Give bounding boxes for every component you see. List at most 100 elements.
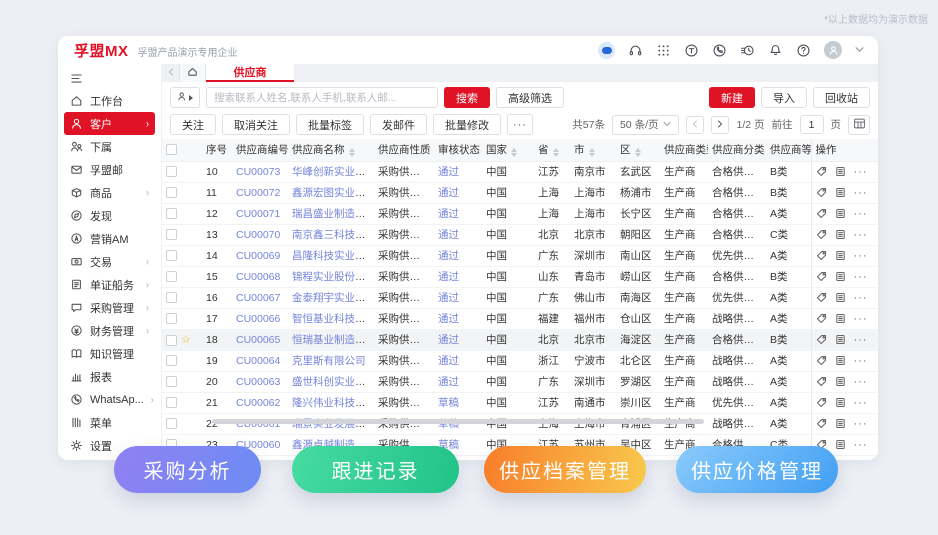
tag-icon[interactable]: [816, 334, 827, 345]
tag-icon[interactable]: [816, 250, 827, 261]
headset-icon[interactable]: [628, 43, 643, 58]
tag-icon[interactable]: [816, 271, 827, 282]
table-row[interactable]: 17 CU00066 智恒基业科技实业 采购供应商 通过 中国 福建 福州市 仓山区 生产商 战略供…: [162, 308, 878, 330]
sort-icon[interactable]: [588, 148, 595, 158]
row-more-button[interactable]: ···: [854, 439, 868, 450]
bell-icon[interactable]: [768, 43, 783, 58]
row-checkbox[interactable]: [166, 187, 177, 199]
cell-status[interactable]: 通过: [434, 161, 482, 183]
column-header-city[interactable]: 市: [570, 139, 616, 162]
advanced-filter-button[interactable]: 高级筛选: [496, 87, 564, 108]
cell-name[interactable]: 鑫源宏图实业集团: [288, 182, 374, 204]
column-header-nature[interactable]: 供应商性质: [374, 139, 434, 162]
detail-icon[interactable]: [835, 418, 846, 429]
sidebar-item-shipping-doc[interactable]: 单证船务 ›: [64, 273, 155, 296]
row-more-button[interactable]: ···: [854, 418, 868, 429]
cell-status[interactable]: 通过: [434, 182, 482, 204]
cell-status[interactable]: 通过: [434, 224, 482, 246]
row-checkbox[interactable]: [166, 166, 177, 178]
search-input[interactable]: [206, 87, 438, 108]
cell-code[interactable]: CU00067: [232, 287, 288, 309]
cell-name[interactable]: 金泰翔宇实业集团: [288, 287, 374, 309]
table-row[interactable]: 20 CU00063 盛世科创实业公司 采购供应商 通过 中国 广东 深圳市 罗湖区 生产商 战略供…: [162, 371, 878, 393]
cell-status[interactable]: 通过: [434, 203, 482, 225]
cell-code[interactable]: CU00069: [232, 245, 288, 267]
cell-status[interactable]: 通过: [434, 245, 482, 267]
table-row[interactable]: 21 CU00062 隆兴伟业科技实业 采购供应商 草稿 中国 江苏 南通市 崇川区 生产商 优先供…: [162, 392, 878, 414]
cell-status[interactable]: 通过: [434, 266, 482, 288]
prev-page-button[interactable]: [686, 115, 705, 134]
sort-icon[interactable]: [552, 148, 559, 158]
cell-name[interactable]: 盛世科创实业公司: [288, 371, 374, 393]
sidebar-item-report[interactable]: 报表: [64, 365, 155, 388]
tag-icon[interactable]: [816, 313, 827, 324]
tag-icon[interactable]: [816, 208, 827, 219]
row-more-button[interactable]: ···: [854, 313, 868, 324]
page-size-select[interactable]: 50 条/页: [611, 114, 680, 135]
row-more-button[interactable]: ···: [854, 229, 868, 240]
detail-icon[interactable]: [835, 229, 846, 240]
cell-code[interactable]: CU00073: [232, 161, 288, 183]
more-actions-button[interactable]: ···: [507, 114, 533, 135]
tag-icon[interactable]: [816, 229, 827, 240]
row-checkbox[interactable]: [166, 313, 177, 325]
tab-suppliers[interactable]: 供应商: [206, 64, 294, 82]
cell-status[interactable]: 通过: [434, 371, 482, 393]
row-more-button[interactable]: ···: [854, 208, 868, 219]
detail-icon[interactable]: [835, 250, 846, 261]
row-more-button[interactable]: ···: [854, 271, 868, 282]
table-row[interactable]: ☆ 18CU00065恒瑞基业制造有限...采购供应商通过中国北京北京市海淀区生产…: [162, 329, 878, 351]
table-row[interactable]: 10CU00073华峰创新实业有限...采购供应商通过中国江苏南京市玄武区生产商…: [162, 161, 878, 183]
column-header-category[interactable]: 供应商分类: [708, 139, 766, 162]
cell-status[interactable]: 通过: [434, 287, 482, 309]
sort-icon[interactable]: [634, 148, 641, 158]
table-row[interactable]: 19 CU00064 克里斯有限公司 采购供应商 通过 中国 浙江 宁波市 北仑区 生产商 战略供应…: [162, 350, 878, 372]
column-settings-button[interactable]: [848, 114, 870, 135]
tab-home-button[interactable]: [180, 64, 206, 82]
next-page-button[interactable]: [711, 115, 730, 134]
row-checkbox[interactable]: [166, 250, 177, 262]
batch-edit-button[interactable]: 批量修改: [433, 114, 501, 135]
row-checkbox[interactable]: [166, 271, 177, 283]
detail-icon[interactable]: [835, 397, 846, 408]
history-icon[interactable]: [740, 43, 755, 58]
cell-code[interactable]: CU00063: [232, 371, 288, 393]
row-checkbox[interactable]: [166, 334, 177, 346]
detail-icon[interactable]: [835, 208, 846, 219]
follow-button[interactable]: 关注: [170, 114, 216, 135]
horizontal-scrollbar[interactable]: [212, 419, 704, 424]
sidebar-item-marketing-am[interactable]: 营销AM: [64, 227, 155, 250]
table-row[interactable]: 15 CU00068 锦程实业股份公司 采购供应商 通过 中国 山东 青岛市 崂山区 生产商 合格供…: [162, 266, 878, 288]
quick-action-purchase-analysis[interactable]: 采购分析: [114, 446, 261, 493]
cell-code[interactable]: CU00066: [232, 308, 288, 330]
row-checkbox[interactable]: [166, 292, 177, 304]
cell-code[interactable]: CU00062: [232, 392, 288, 414]
cell-code[interactable]: CU00071: [232, 203, 288, 225]
sidebar-item-customer[interactable]: 客户 ›: [64, 112, 155, 135]
detail-icon[interactable]: [835, 292, 846, 303]
sidebar-item-discover[interactable]: 发现: [64, 204, 155, 227]
column-header-province[interactable]: 省: [534, 139, 570, 162]
sidebar-item-finance[interactable]: 财务管理 ›: [64, 319, 155, 342]
column-header-status[interactable]: 审核状态: [434, 139, 482, 162]
tag-icon[interactable]: [816, 397, 827, 408]
sidebar-item-knowledge[interactable]: 知识管理: [64, 342, 155, 365]
cell-name[interactable]: 南京鑫三科技有限...: [288, 224, 374, 246]
detail-icon[interactable]: [835, 355, 846, 366]
row-more-button[interactable]: ···: [854, 334, 868, 345]
row-more-button[interactable]: ···: [854, 250, 868, 261]
detail-icon[interactable]: [835, 376, 846, 387]
detail-icon[interactable]: [835, 334, 846, 345]
star-icon[interactable]: ☆: [181, 334, 191, 346]
tag-icon[interactable]: [816, 187, 827, 198]
cell-code[interactable]: CU00068: [232, 266, 288, 288]
chevron-down-icon[interactable]: [855, 41, 864, 59]
column-header-district[interactable]: 区: [616, 139, 660, 162]
table-row[interactable]: 14CU00069昌隆科技实业发展...采购供应商通过中国广东深圳市南山区生产商…: [162, 245, 878, 267]
search-button[interactable]: 搜索: [444, 87, 490, 108]
row-checkbox[interactable]: [166, 208, 177, 220]
row-more-button[interactable]: ···: [854, 292, 868, 303]
tag-icon[interactable]: [816, 376, 827, 387]
tag-icon[interactable]: [816, 292, 827, 303]
avatar-icon[interactable]: [824, 41, 842, 59]
